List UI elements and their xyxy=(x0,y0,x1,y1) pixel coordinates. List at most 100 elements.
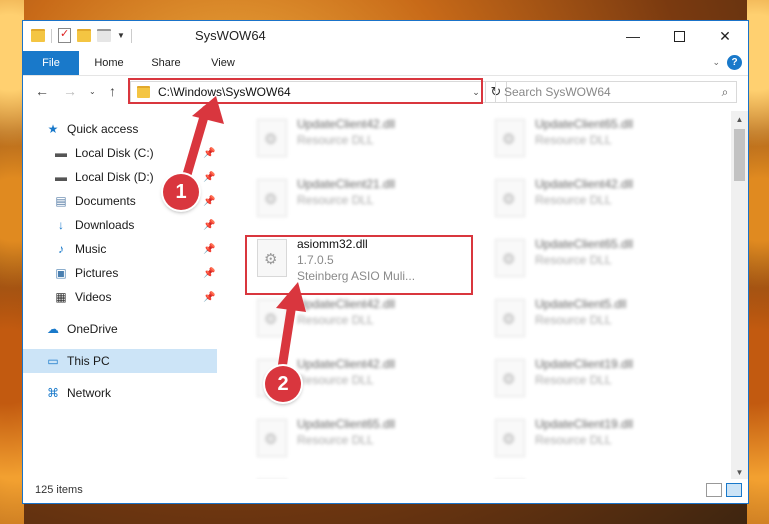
ribbon-expand-icon[interactable]: ⌄ xyxy=(712,57,720,68)
toolbar-divider xyxy=(51,28,52,43)
file-highlight-box xyxy=(245,235,473,295)
file-name: UpdateClient65.dll xyxy=(535,237,634,251)
folder-icon[interactable] xyxy=(31,29,45,42)
search-placeholder[interactable]: Search SysWOW64 xyxy=(504,85,714,99)
properties-icon[interactable] xyxy=(58,27,71,43)
dll-file-icon xyxy=(495,179,525,217)
file-tile[interactable]: UpdateClient65.dll Resource DLL xyxy=(485,115,705,171)
scroll-down-icon[interactable]: ▼ xyxy=(731,468,748,477)
tab-home[interactable]: Home xyxy=(87,51,131,75)
scroll-up-icon[interactable]: ▲ xyxy=(731,115,748,124)
sidebar-item-label: Pictures xyxy=(75,266,119,280)
minimize-button[interactable]: — xyxy=(610,21,656,51)
file-tile[interactable]: UpdateClient42.dll Resource DLL xyxy=(247,115,467,171)
forward-button[interactable]: → xyxy=(63,83,77,99)
file-tile[interactable]: UpdateClient19.dll Resource DLL xyxy=(485,355,705,411)
tiles-view-icon[interactable] xyxy=(726,483,742,497)
dll-file-icon xyxy=(495,299,525,337)
navigation-bar: ← → ⌄ ↑ C:\Windows\SysWOW64 ⌄ ↻ Search S… xyxy=(23,76,748,108)
tab-view[interactable]: View xyxy=(201,51,245,75)
dll-file-icon xyxy=(257,119,287,157)
help-icon[interactable]: ? xyxy=(727,55,742,70)
file-type: Resource DLL xyxy=(535,313,612,327)
sidebar-item-videos[interactable]: ▦ Videos 📌 xyxy=(23,285,217,309)
file-type: Resource DLL xyxy=(535,253,612,267)
desktop-background-left xyxy=(0,0,24,524)
file-type: Resource DLL xyxy=(297,433,374,447)
star-icon: ★ xyxy=(47,122,59,136)
back-button[interactable]: ← xyxy=(35,83,49,99)
file-tile[interactable]: UpdateClient42.dll Resource DLL xyxy=(485,175,705,231)
file-name: UpdateClient42.dll xyxy=(535,177,634,191)
sidebar-item-label: Downloads xyxy=(75,218,135,232)
file-name: UpdateClient19.dll xyxy=(535,357,634,371)
callout-2: 2 xyxy=(265,366,301,402)
dll-file-icon xyxy=(257,179,287,217)
sidebar-item-onedrive[interactable]: ☁ OneDrive xyxy=(23,317,217,341)
sidebar-item-music[interactable]: ♪ Music 📌 xyxy=(23,237,217,261)
file-type: Resource DLL xyxy=(535,373,612,387)
explorer-window: ▼ SysWOW64 — ✕ File Home Share View ⌄ ? … xyxy=(22,20,749,504)
documents-icon: ▤ xyxy=(55,194,67,208)
pin-icon: 📌 xyxy=(203,219,216,231)
download-icon: ↓ xyxy=(58,218,64,232)
pictures-icon: ▣ xyxy=(55,266,67,280)
sidebar-item-label: OneDrive xyxy=(67,322,118,336)
search-icon[interactable]: ⌕ xyxy=(714,85,736,100)
maximize-button[interactable] xyxy=(656,21,702,51)
search-box[interactable]: Search SysWOW64 ⌕ xyxy=(495,81,737,103)
up-button[interactable]: ↑ xyxy=(109,83,116,99)
file-type: Resource DLL xyxy=(297,193,374,207)
file-name: UpdateClient5.dll xyxy=(535,297,627,311)
qat-dropdown-icon[interactable]: ▼ xyxy=(117,31,125,40)
file-type: Resource DLL xyxy=(535,133,612,147)
navigation-pane: ★ Quick access ▬ Local Disk (C:) 📌 ▬ Loc… xyxy=(23,111,217,481)
file-name: UpdateClient42.dll xyxy=(297,117,396,131)
network-icon: ⌘ xyxy=(47,386,59,400)
dll-file-icon xyxy=(495,359,525,397)
maximize-icon xyxy=(673,30,685,42)
sidebar-item-network[interactable]: ⌘ Network xyxy=(23,381,217,405)
sidebar-item-label: Music xyxy=(75,242,107,256)
vertical-scrollbar[interactable]: ▲ ▼ xyxy=(731,111,748,481)
sidebar-item-downloads[interactable]: ↓ Downloads 📌 xyxy=(23,213,217,237)
file-tile[interactable]: UpdateClient21.dll Resource DLL xyxy=(247,175,467,231)
sidebar-item-local-disk-c[interactable]: ▬ Local Disk (C:) 📌 xyxy=(23,141,217,165)
file-tile[interactable]: UpdateClient42.dll Resource DLL xyxy=(247,295,467,351)
file-type: Resource DLL xyxy=(535,193,612,207)
sidebar-item-label: Videos xyxy=(75,290,112,304)
file-tile[interactable]: UpdateClient19.dll Resource DLL xyxy=(485,415,705,471)
sidebar-item-label: Local Disk (C:) xyxy=(75,146,154,160)
file-tile[interactable]: UpdateClient5.dll Resource DLL xyxy=(485,295,705,351)
address-highlight-box xyxy=(128,78,483,104)
title-bar: ▼ SysWOW64 — ✕ xyxy=(23,21,748,51)
callout-1: 1 xyxy=(163,174,199,210)
file-name: UpdateClient21.dll xyxy=(297,177,396,191)
dll-file-icon xyxy=(495,119,525,157)
sidebar-item-label: Quick access xyxy=(67,122,139,136)
file-tile[interactable]: UpdateClient65.dll Resource DLL xyxy=(247,415,467,471)
tab-share[interactable]: Share xyxy=(141,51,191,75)
dll-file-icon xyxy=(257,419,287,457)
details-view-icon[interactable] xyxy=(706,483,722,497)
sidebar-item-this-pc[interactable]: ▭ This PC xyxy=(23,349,217,373)
pin-icon: 📌 xyxy=(203,171,216,183)
close-button[interactable]: ✕ xyxy=(702,21,748,51)
file-name: UpdateClient42.dll xyxy=(297,357,396,371)
dll-file-icon xyxy=(257,299,287,337)
videos-icon: ▦ xyxy=(55,290,67,304)
sidebar-item-quick-access[interactable]: ★ Quick access xyxy=(45,117,217,141)
file-list: UpdateClient42.dll Resource DLL UpdateCl… xyxy=(241,111,731,481)
ribbon-tabs: File Home Share View ⌄ ? xyxy=(23,51,748,76)
tab-file[interactable]: File xyxy=(23,51,79,75)
file-type: Resource DLL xyxy=(297,313,374,327)
new-folder-icon[interactable] xyxy=(77,29,91,42)
customize-icon[interactable] xyxy=(97,29,111,42)
item-count: 125 items xyxy=(35,484,83,496)
scroll-thumb[interactable] xyxy=(734,129,745,181)
recent-locations-button[interactable]: ⌄ xyxy=(89,87,96,96)
file-tile[interactable]: UpdateClient65.dll Resource DLL xyxy=(485,235,705,291)
file-name: UpdateClient19.dll xyxy=(535,417,634,431)
sidebar-item-pictures[interactable]: ▣ Pictures 📌 xyxy=(23,261,217,285)
dll-file-icon xyxy=(495,239,525,277)
